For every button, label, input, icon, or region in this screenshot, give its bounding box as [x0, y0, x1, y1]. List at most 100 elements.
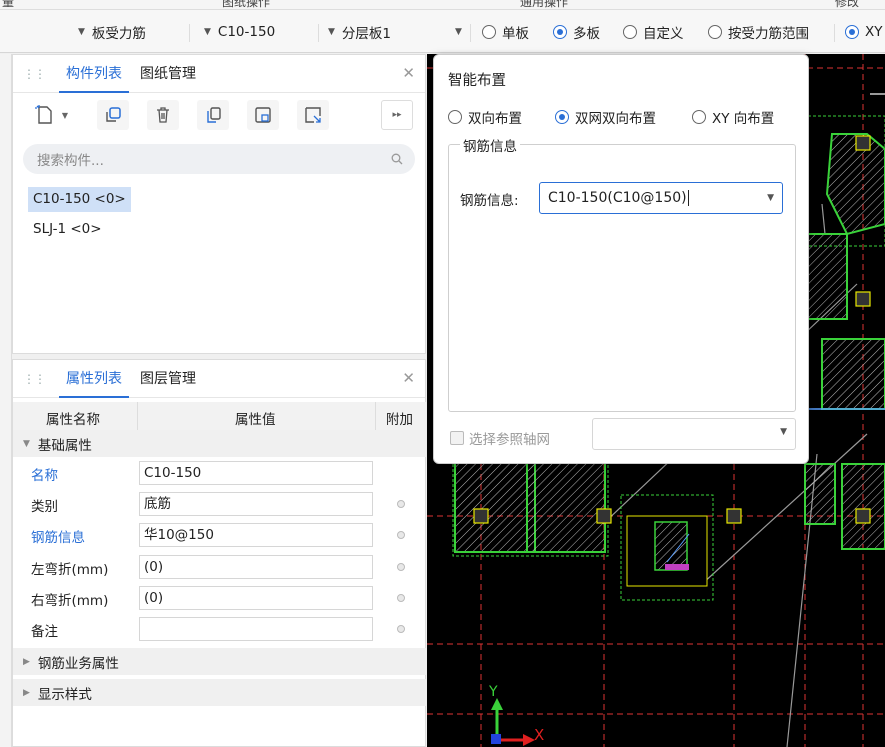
row-value-input[interactable]: (0) [139, 555, 373, 579]
group-display-style[interactable]: ▶ 显示样式 [13, 679, 427, 706]
toolbar-divider [318, 24, 319, 42]
list-item-c10-150[interactable]: C10-150 <0> [28, 187, 131, 212]
header-extra: 附加 [386, 412, 413, 428]
toolbar-divider [470, 24, 471, 42]
close-icon[interactable]: ✕ [402, 369, 415, 387]
chevron-down-icon: ▼ [23, 438, 30, 449]
export-component-button[interactable] [297, 100, 329, 130]
extra-checkbox[interactable] [397, 531, 405, 539]
search-input[interactable]: 搜索构件... [23, 144, 415, 174]
radio-xy-direction[interactable]: XY 向布置 [692, 107, 774, 127]
row-value-input[interactable]: 华10@150 [139, 523, 373, 547]
row-value-input[interactable]: C10-150 [139, 461, 373, 485]
close-icon[interactable]: ✕ [402, 64, 415, 82]
trash-icon [157, 107, 169, 123]
tab-drawing-management[interactable]: 图纸管理 [133, 55, 203, 93]
copy-icon [106, 107, 121, 122]
radio-circle-checked [845, 25, 859, 39]
row-label: 右弯折(mm) [31, 593, 109, 609]
new-file-icon [34, 105, 52, 124]
row-value-input[interactable] [139, 617, 373, 641]
header-property-value: 属性值 [235, 412, 276, 428]
reference-grid-select[interactable]: ▼ [592, 418, 796, 450]
row-value-input[interactable]: (0) [139, 586, 373, 610]
dialog-title: 智能布置 [448, 73, 506, 89]
table-row: 名称 C10-150 [13, 458, 427, 488]
ribbon-label-modify: 修改 [835, 0, 860, 9]
layer-dropdown[interactable]: ▼ 分层板1 [328, 21, 391, 43]
save-icon [255, 107, 271, 123]
extra-checkbox[interactable] [397, 594, 405, 602]
double-chevron-right-icon: ▸▸ [392, 110, 402, 120]
radio-single-slab[interactable]: 单板 [482, 21, 529, 43]
radio-circle [623, 25, 637, 39]
new-component-button[interactable]: ▼ [25, 100, 77, 130]
row-label: 左弯折(mm) [31, 562, 109, 578]
chevron-down-icon: ▼ [328, 27, 335, 37]
ribbon-label-drawing-ops: 图纸操作 [222, 0, 271, 9]
group-basic-properties[interactable]: ▼ 基础属性 [13, 430, 427, 457]
radio-custom[interactable]: 自定义 [623, 21, 684, 43]
tab-layer-management[interactable]: 图层管理 [133, 360, 203, 398]
radio-circle-checked [555, 110, 569, 124]
component-dropdown[interactable]: ▼ C10-150 [204, 21, 275, 43]
radio-by-rebar-range[interactable]: 按受力筋范围 [708, 21, 809, 43]
copy-component-button[interactable] [97, 100, 129, 130]
tab-property-list[interactable]: 属性列表 [59, 360, 129, 398]
save-component-button[interactable] [247, 100, 279, 130]
ribbon-label-general-ops: 通用操作 [520, 0, 569, 9]
property-table-header: 属性名称 属性值 附加 [13, 402, 427, 431]
table-row: 类别 底筋 [13, 489, 427, 519]
rebar-type-dropdown[interactable]: ▼ 板受力筋 [78, 21, 146, 43]
top-ribbon-strip: 量 图纸操作 通用操作 修改 [0, 0, 885, 10]
extra-checkbox[interactable] [397, 625, 405, 633]
row-value-input[interactable]: 底筋 [139, 492, 373, 516]
component-panel-tabs: ⋮⋮ 构件列表 图纸管理 ✕ [13, 55, 425, 93]
layer-dropdown-caret[interactable]: ▼ [455, 21, 469, 43]
radio-circle [708, 25, 722, 39]
layers-copy-icon [207, 107, 221, 123]
group-rebar-business-properties[interactable]: ▶ 钢筋业务属性 [13, 648, 427, 675]
row-label: 类别 [31, 499, 58, 515]
select-reference-grid-checkbox[interactable]: 选择参照轴网 [450, 428, 550, 448]
text-cursor [687, 190, 689, 206]
list-item-slj-1[interactable]: SLJ-1 <0> [28, 217, 107, 242]
drag-handle-icon[interactable]: ⋮⋮ [23, 67, 46, 81]
radio-double-net-bidirectional[interactable]: 双网双向布置 [555, 107, 656, 127]
chevron-down-icon: ▼ [78, 27, 85, 37]
row-label: 备注 [31, 624, 58, 640]
left-gutter [0, 54, 12, 747]
radio-xy[interactable]: XY [845, 21, 883, 43]
duplicate-layer-button[interactable] [197, 100, 229, 130]
rebar-info-select[interactable]: C10-150(C10@150) ▼ [539, 182, 783, 214]
smart-layout-dialog: 智能布置 双向布置 双网双向布置 XY 向布置 钢筋信息 钢筋信息: C10-1… [433, 54, 809, 464]
toolbar-divider [834, 24, 835, 42]
more-tools-button[interactable]: ▸▸ [381, 100, 413, 130]
header-divider [375, 402, 376, 430]
chevron-right-icon: ▶ [23, 687, 30, 698]
axis-x-label: X [534, 726, 545, 744]
toolbar-divider [189, 24, 190, 42]
chevron-down-icon: ▼ [455, 27, 462, 37]
extra-checkbox[interactable] [397, 500, 405, 508]
ribbon-label-left: 量 [2, 0, 15, 9]
search-icon[interactable] [391, 153, 403, 165]
rebar-info-label: 钢筋信息: [460, 193, 519, 209]
tab-component-list[interactable]: 构件列表 [59, 55, 129, 93]
rebar-info-legend: 钢筋信息 [460, 135, 520, 155]
property-panel-tabs: ⋮⋮ 属性列表 图层管理 ✕ [13, 360, 425, 398]
chevron-down-icon: ▼ [204, 27, 211, 37]
toolbar: ▼ 板受力筋 ▼ C10-150 ▼ 分层板1 ▼ 单板 多板 自定义 按受力筋范围 … [0, 10, 885, 53]
drag-handle-icon[interactable]: ⋮⋮ [23, 372, 46, 386]
table-row: 右弯折(mm) (0) [13, 583, 427, 613]
radio-multi-slab[interactable]: 多板 [553, 21, 600, 43]
radio-bidirectional[interactable]: 双向布置 [448, 107, 522, 127]
chevron-right-icon: ▶ [23, 656, 30, 667]
extra-checkbox[interactable] [397, 563, 405, 571]
delete-component-button[interactable] [147, 100, 179, 130]
chevron-down-icon: ▼ [767, 193, 774, 203]
radio-circle [482, 25, 496, 39]
export-icon [305, 107, 321, 123]
table-row: 备注 [13, 614, 427, 644]
header-divider [137, 402, 138, 430]
